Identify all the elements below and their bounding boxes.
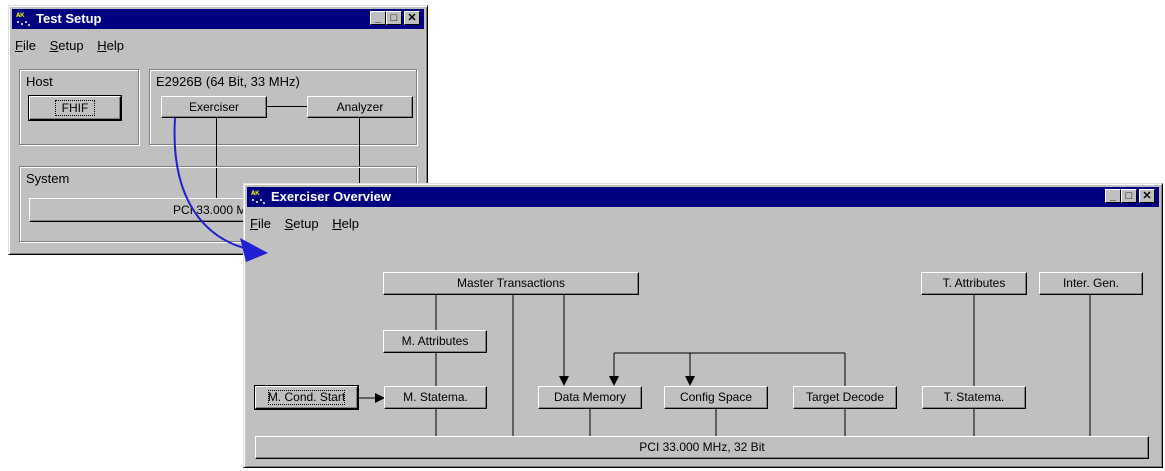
- analyzer-button[interactable]: Analyzer: [307, 96, 413, 118]
- exerciser-button[interactable]: Exerciser: [161, 96, 267, 118]
- diagram-connectors: [358, 295, 1091, 436]
- data-memory-label: Data Memory: [553, 390, 627, 404]
- svg-text:ᴬᴷ: ᴬᴷ: [16, 11, 25, 21]
- host-label: Host: [26, 74, 53, 89]
- inter-gen-label: Inter. Gen.: [1062, 276, 1120, 290]
- app-icon: ᴬᴷ: [15, 11, 31, 27]
- fhif-button[interactable]: FHIF: [28, 95, 122, 121]
- m-attributes-label: M. Attributes: [401, 334, 469, 348]
- exerciser-label: Exerciser: [188, 100, 239, 114]
- m-statema-button[interactable]: M. Statema.: [384, 386, 487, 409]
- target-decode-button[interactable]: Target Decode: [793, 386, 897, 409]
- menu-setup[interactable]: Setup: [50, 38, 84, 53]
- device-label: E2926B (64 Bit, 33 MHz): [156, 74, 300, 89]
- config-space-label: Config Space: [679, 390, 753, 404]
- t-statema-button[interactable]: T. Statema.: [922, 386, 1026, 409]
- minimize-icon[interactable]: _: [370, 11, 386, 25]
- master-transactions-button[interactable]: Master Transactions: [383, 272, 639, 295]
- m-attributes-button[interactable]: M. Attributes: [383, 330, 487, 353]
- menubar: File Setup Help: [15, 38, 134, 56]
- connector-line: [267, 106, 307, 107]
- config-space-button[interactable]: Config Space: [664, 386, 768, 409]
- window-title: Test Setup: [36, 11, 102, 26]
- pci-bus-button[interactable]: PCI 33.000 MHz, 32 Bit: [255, 436, 1149, 459]
- menu-file[interactable]: File: [15, 38, 36, 53]
- maximize-icon[interactable]: □: [386, 11, 402, 25]
- menu-help[interactable]: Help: [97, 38, 124, 53]
- m-cond-start-button[interactable]: M. Cond. Start: [254, 385, 359, 410]
- fhif-label: FHIF: [52, 97, 99, 119]
- exerciser-overview-window: ᴬᴷ Exerciser Overview _ □ ✕ File Setup H…: [243, 183, 1163, 468]
- t-attributes-button[interactable]: T. Attributes: [921, 272, 1027, 295]
- close-icon[interactable]: ✕: [404, 11, 420, 25]
- t-attributes-label: T. Attributes: [942, 276, 1006, 290]
- pci-bus-label: PCI 33.000 MHz, 32 Bit: [639, 440, 765, 454]
- analyzer-label: Analyzer: [336, 100, 384, 114]
- m-cond-start-label: M. Cond. Start: [265, 387, 348, 408]
- inter-gen-button[interactable]: Inter. Gen.: [1039, 272, 1143, 295]
- t-statema-label: T. Statema.: [943, 390, 1005, 404]
- target-decode-label: Target Decode: [805, 390, 885, 404]
- master-transactions-label: Master Transactions: [456, 276, 566, 290]
- test-setup-titlebar[interactable]: ᴬᴷ Test Setup _ □ ✕: [12, 9, 424, 29]
- system-label: System: [26, 171, 70, 186]
- m-statema-label: M. Statema.: [403, 390, 468, 404]
- data-memory-button[interactable]: Data Memory: [538, 386, 642, 409]
